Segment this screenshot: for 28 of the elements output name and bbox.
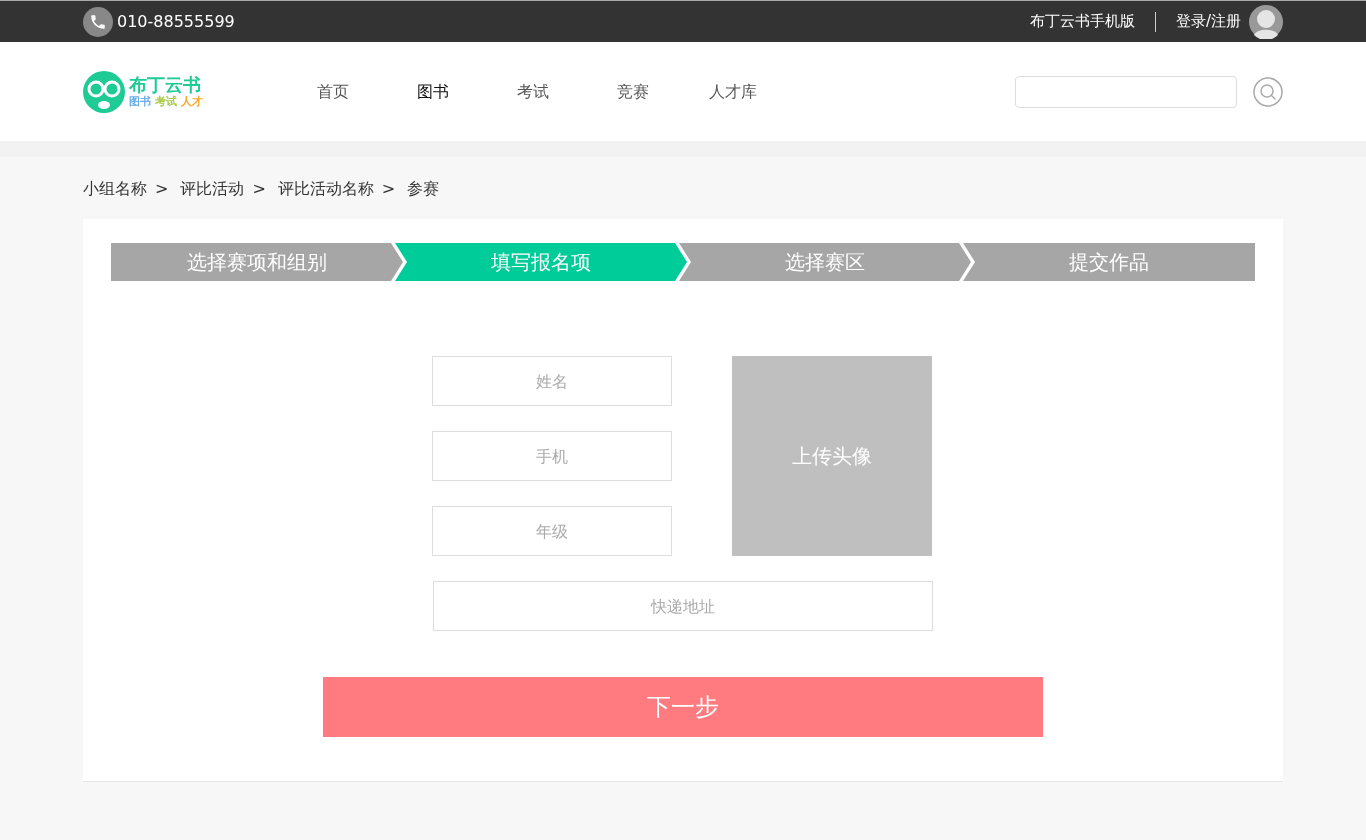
- form-field[interactable]: 手机: [432, 431, 672, 481]
- address-field[interactable]: 快递地址: [433, 581, 933, 631]
- nav-link-item[interactable]: 首页: [283, 79, 383, 104]
- breadcrumb-link[interactable]: 参赛: [407, 177, 440, 201]
- logo-tag: 人才: [181, 94, 203, 108]
- logo-tag: 考试: [155, 94, 177, 108]
- breadcrumb-link[interactable]: 评比活动名称: [277, 177, 374, 201]
- breadcrumb-link[interactable]: 小组名称: [83, 177, 147, 201]
- phone-number: 010-88555599: [117, 10, 235, 33]
- breadcrumb-link[interactable]: 评比活动: [180, 177, 245, 201]
- logo-title: 布丁云书: [129, 75, 202, 95]
- phone-icon: [83, 6, 113, 37]
- breadcrumb-separator: >: [155, 178, 169, 200]
- search-icon[interactable]: [1253, 76, 1283, 107]
- nav-link-item[interactable]: 竞赛: [583, 79, 683, 104]
- logo-tag: 图书: [129, 94, 151, 108]
- breadcrumb-separator: >: [252, 178, 266, 200]
- logo-icon: [83, 70, 125, 113]
- mobile-version-link[interactable]: 布丁云书手机版: [1029, 10, 1135, 33]
- nav-link-item[interactable]: 人才库: [683, 79, 783, 104]
- nav-link-item[interactable]: 考试: [483, 79, 583, 104]
- search-field[interactable]: [1015, 75, 1237, 108]
- form-field[interactable]: 年级: [432, 506, 672, 556]
- breadcrumb-separator: >: [381, 178, 396, 200]
- form-field[interactable]: 姓名: [432, 356, 672, 406]
- avatar-icon[interactable]: [1249, 4, 1283, 39]
- login-register-link[interactable]: 登录/注册: [1175, 10, 1241, 33]
- nav-link-item[interactable]: 图书: [383, 79, 483, 104]
